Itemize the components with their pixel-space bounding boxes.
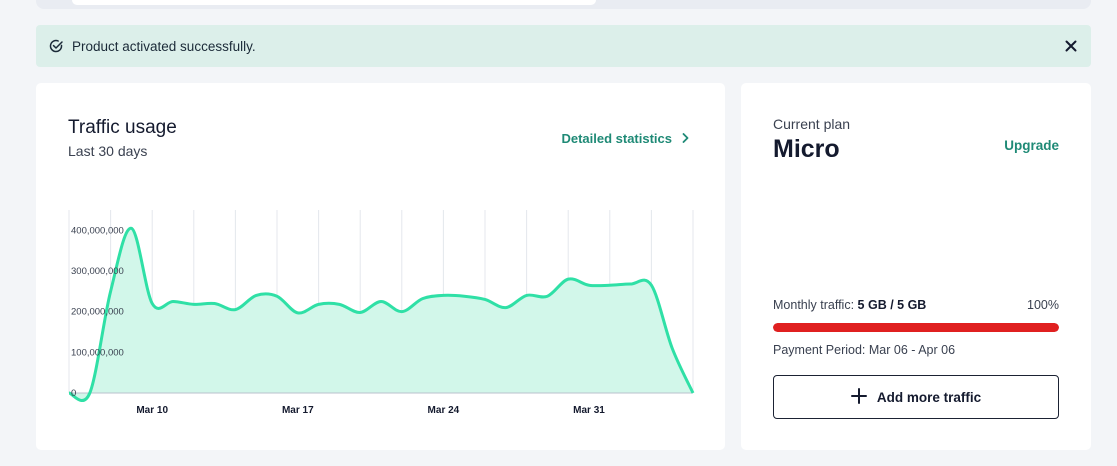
y-tick-label: 300,000,000: [71, 266, 124, 277]
x-tick-label: Mar 24: [428, 405, 460, 416]
current-plan-label: Current plan: [773, 116, 851, 132]
upgrade-link[interactable]: Upgrade: [1004, 138, 1059, 153]
current-plan-card: Current plan Micro Upgrade Monthly traff…: [741, 83, 1091, 450]
top-tab-active[interactable]: [72, 0, 596, 5]
add-more-traffic-label: Add more traffic: [876, 389, 982, 405]
monthly-traffic-row: Monthly traffic: 5 GB / 5 GB 100%: [773, 298, 1059, 312]
usage-progress-fill: [773, 323, 1059, 332]
monthly-traffic-value: 5 GB / 5 GB: [857, 298, 927, 312]
y-tick-label: 0: [71, 388, 76, 399]
plan-name: Micro: [773, 135, 840, 163]
monthly-traffic-text: Monthly traffic: 5 GB / 5 GB: [773, 298, 926, 312]
success-alert: Product activated successfully.: [36, 25, 1091, 67]
check-circle-icon: [48, 38, 64, 54]
usage-percent: 100%: [1027, 298, 1059, 312]
y-tick-label: 100,000,000: [71, 347, 124, 358]
add-more-traffic-button[interactable]: Add more traffic: [773, 375, 1059, 419]
alert-message: Product activated successfully.: [72, 38, 256, 54]
payment-period: Payment Period: Mar 06 - Apr 06: [773, 343, 956, 357]
y-tick-label: 400,000,000: [71, 225, 124, 236]
y-tick-label: 200,000,000: [71, 307, 124, 318]
traffic-chart: 0 100,000,000 200,000,000 300,000,000 400,00…: [68, 210, 695, 416]
traffic-usage-card: Traffic usage Last 30 days Detailed stat…: [36, 83, 725, 450]
series-area: [69, 228, 693, 401]
x-tick-label: Mar 10: [136, 405, 168, 416]
top-tab-bar: [36, 0, 1091, 9]
x-tick-label: Mar 17: [282, 405, 314, 416]
close-icon[interactable]: [1061, 36, 1081, 56]
usage-progress-bar: [773, 323, 1059, 332]
monthly-traffic-label: Monthly traffic:: [773, 298, 855, 312]
plus-icon: [850, 387, 867, 407]
x-tick-label: Mar 31: [573, 405, 605, 416]
